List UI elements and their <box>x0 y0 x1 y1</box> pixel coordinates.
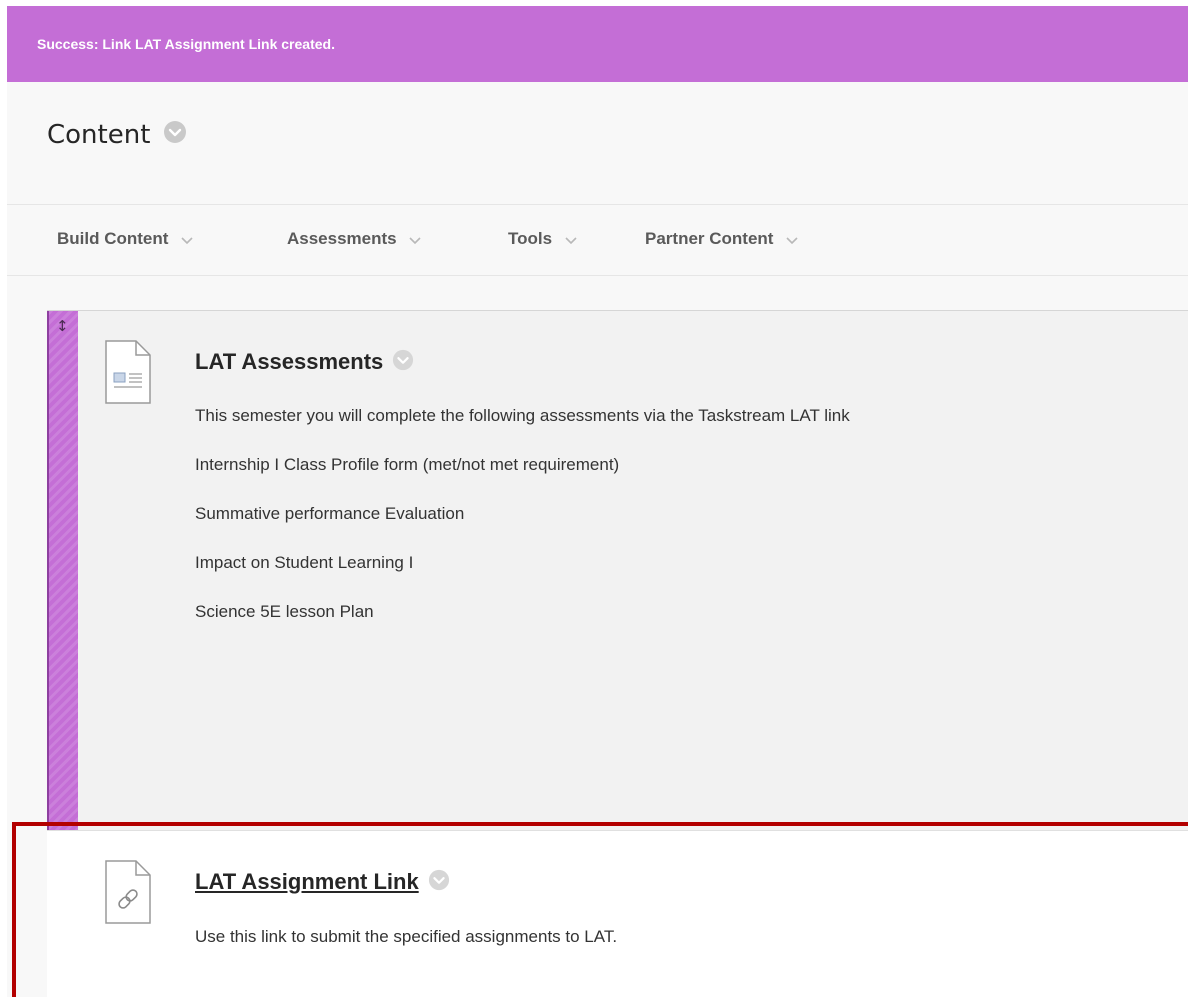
description-line: This semester you will complete the foll… <box>195 406 850 425</box>
item-title-text: LAT Assessments <box>195 349 384 374</box>
drag-bar[interactable]: ↕ <box>47 311 78 831</box>
success-banner: Success: Link LAT Assignment Link create… <box>7 6 1188 82</box>
description-line: Internship I Class Profile form (met/not… <box>195 455 620 474</box>
item-title: LAT Assessments <box>195 349 414 377</box>
item-options-icon[interactable] <box>428 869 450 897</box>
assessments-menu[interactable]: Assessments <box>287 229 421 250</box>
content-item-lat-assessments: ↕ LAT Assessments This semester you will… <box>47 310 1188 831</box>
description-line: Use this link to submit the specified as… <box>195 927 618 946</box>
page-title: Content <box>47 120 187 151</box>
page-title-text: Content <box>47 120 151 150</box>
assignment-link[interactable]: LAT Assignment Link <box>195 869 419 894</box>
assessments-label: Assessments <box>287 229 397 248</box>
description-line: Science 5E lesson Plan <box>195 602 374 621</box>
tools-menu[interactable]: Tools <box>508 229 577 250</box>
drag-handle-icon[interactable]: ↕ <box>56 317 69 335</box>
build-content-label: Build Content <box>57 229 169 248</box>
tools-label: Tools <box>508 229 553 248</box>
partner-content-menu[interactable]: Partner Content <box>645 229 798 250</box>
page-header: Content <box>7 82 1188 204</box>
item-title: LAT Assignment Link <box>195 869 450 897</box>
chevron-down-icon <box>181 230 193 250</box>
link-icon <box>104 859 152 929</box>
chevron-down-icon <box>786 230 798 250</box>
description-line: Summative performance Evaluation <box>195 504 465 523</box>
content-item-lat-assignment-link: LAT Assignment Link Use this link to sub… <box>47 830 1188 998</box>
document-icon <box>104 339 152 409</box>
chevron-down-icon <box>565 230 577 250</box>
toolbar-divider <box>7 275 1188 276</box>
build-content-menu[interactable]: Build Content <box>57 229 193 250</box>
chevron-down-icon <box>409 230 421 250</box>
partner-content-label: Partner Content <box>645 229 774 248</box>
title-options-icon[interactable] <box>163 120 187 151</box>
description-line: Impact on Student Learning I <box>195 553 414 572</box>
left-gap <box>0 82 7 997</box>
action-bar: Build Content Assessments Tools Partner … <box>7 205 1188 275</box>
item-options-icon[interactable] <box>392 349 414 377</box>
content-area: Content Build Content Assessments Tools <box>7 82 1188 998</box>
